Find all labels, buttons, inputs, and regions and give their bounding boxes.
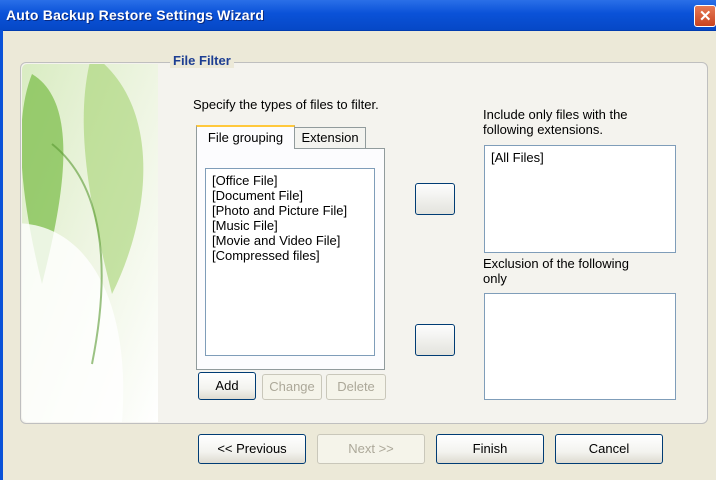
delete-button[interactable]: Delete [326, 374, 386, 400]
include-label-line1: Include only files with the [483, 107, 628, 122]
leaf-illustration [22, 64, 158, 422]
add-button[interactable]: Add [198, 372, 256, 400]
previous-button[interactable]: << Previous [198, 434, 306, 464]
tab-file-grouping[interactable]: File grouping [196, 125, 295, 149]
close-button[interactable]: ✕ [694, 5, 716, 27]
list-item[interactable]: [Photo and Picture File] [212, 203, 368, 218]
change-button[interactable]: Change [262, 374, 322, 400]
tab-extension[interactable]: Extension [294, 127, 366, 149]
file-group-list[interactable]: [Office File] [Document File] [Photo and… [205, 168, 375, 356]
group-legend: File Filter [170, 53, 234, 68]
cancel-button[interactable]: Cancel [555, 434, 663, 464]
include-label-line2: following extensions. [483, 122, 603, 137]
list-item[interactable]: [Document File] [212, 188, 368, 203]
next-button[interactable]: Next >> [317, 434, 425, 464]
list-item[interactable]: [Movie and Video File] [212, 233, 368, 248]
title-bar[interactable]: Auto Backup Restore Settings Wizard ✕ [0, 0, 716, 31]
exclude-label-line1: Exclusion of the following [483, 256, 629, 271]
list-item[interactable]: [Compressed files] [212, 248, 368, 263]
window-frame [0, 30, 3, 480]
close-icon: ✕ [699, 8, 712, 25]
list-item[interactable]: [Office File] [212, 173, 368, 188]
window-title: Auto Backup Restore Settings Wizard [6, 7, 265, 23]
exclude-label-line2: only [483, 271, 507, 286]
list-item[interactable]: [Music File] [212, 218, 368, 233]
finish-button[interactable]: Finish [436, 434, 544, 464]
move-to-include-button[interactable] [415, 183, 455, 215]
include-extensions-list[interactable]: [All Files] [484, 145, 676, 253]
move-to-exclude-button[interactable] [415, 324, 455, 356]
exclude-extensions-list[interactable] [484, 293, 676, 400]
list-item[interactable]: [All Files] [491, 150, 669, 165]
decorative-leaf-image [22, 64, 158, 422]
filter-instruction: Specify the types of files to filter. [193, 97, 379, 112]
